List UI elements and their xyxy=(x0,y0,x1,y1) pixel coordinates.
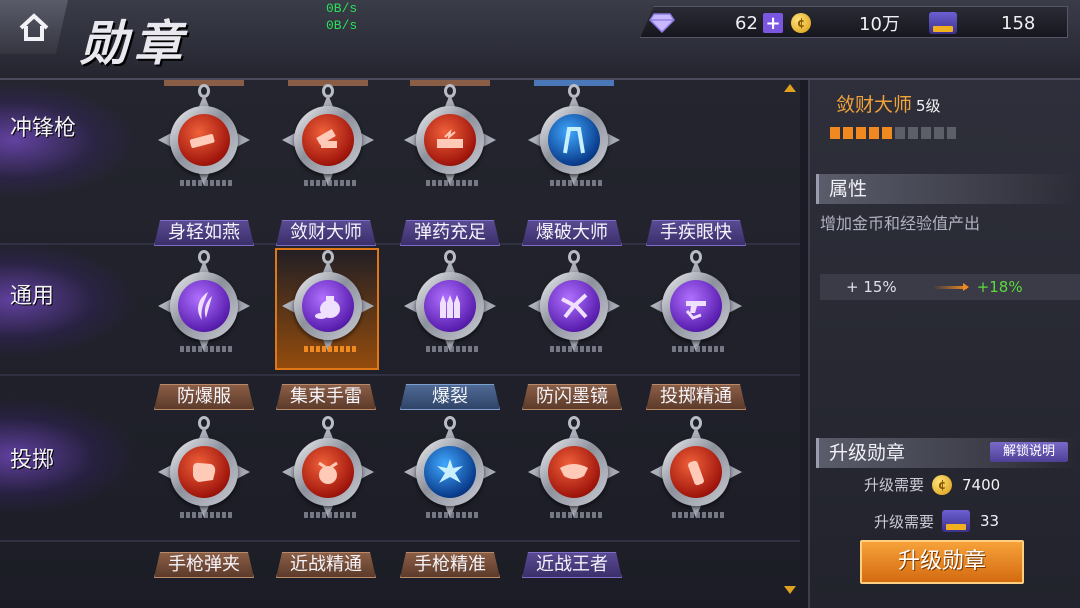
tag-demolition-master: 爆破大师 xyxy=(522,220,622,246)
tag-money-master: 敛财大师 xyxy=(276,220,376,246)
tag-throw-mastery: 投掷精通 xyxy=(646,384,746,410)
fist-icon xyxy=(178,446,230,498)
medal-smg-4[interactable] xyxy=(524,84,624,194)
grip-icon xyxy=(178,114,230,166)
scroll-up-arrow-icon[interactable] xyxy=(784,84,796,92)
tag-quick-hands: 手疾眼快 xyxy=(646,220,746,246)
tag-light-step: 身轻如燕 xyxy=(154,220,254,246)
attr-next: +18% xyxy=(976,278,1023,296)
diamond-item xyxy=(649,11,675,35)
net-speed: 0B/s 0B/s xyxy=(326,0,357,34)
tag-blast-suit: 防爆服 xyxy=(154,384,254,410)
section-label-general: 通用 xyxy=(10,284,55,309)
medal-flash-goggles[interactable] xyxy=(524,416,624,526)
medal-blast-suit[interactable] xyxy=(154,416,254,526)
gold-coin: ¢ xyxy=(791,11,811,35)
tag-flash-goggles: 防闪墨镜 xyxy=(522,384,622,410)
molotov-icon xyxy=(670,446,722,498)
home-button[interactable] xyxy=(0,0,68,54)
stock-icon xyxy=(424,114,476,166)
merit-req-value: 33 xyxy=(980,512,1000,530)
detail-level: 5级 xyxy=(916,97,941,115)
medal-cluster-grenade[interactable] xyxy=(278,416,378,526)
section-general: 通用 身轻如燕 敛财大师 弹药充足 爆破大师 手疾眼快 xyxy=(0,210,800,376)
unlock-info-button[interactable]: 解锁说明 xyxy=(990,442,1068,462)
tag-cluster-grenade: 集束手雷 xyxy=(276,384,376,410)
medal-grid: 冲锋枪 通用 身轻如燕 敛财大师 弹药充足 爆破大师 手疾眼快 投掷 防爆服 集… xyxy=(0,80,800,600)
scroll-down-arrow-icon[interactable] xyxy=(784,586,796,594)
home-icon xyxy=(19,13,49,41)
medal-throw-mastery[interactable] xyxy=(646,416,746,526)
merit-item xyxy=(929,11,957,35)
gold-req-value: 7400 xyxy=(962,475,1001,494)
merit-icon xyxy=(929,12,957,34)
medal-demolition-master[interactable] xyxy=(524,250,624,360)
explosion-icon xyxy=(424,446,476,498)
medal-smg-1[interactable] xyxy=(154,84,254,194)
add-diamond-button[interactable]: + xyxy=(763,11,783,35)
pliers-icon xyxy=(548,280,600,332)
gold-count: 10万 xyxy=(859,14,900,35)
medal-burst[interactable] xyxy=(400,416,500,526)
net-up: 0B/s xyxy=(326,1,358,16)
attr-description: 增加金币和经验值产出 xyxy=(820,214,981,233)
tag-melee-king: 近战王者 xyxy=(522,552,622,578)
arrow-right-icon xyxy=(932,282,969,291)
section-label-throw: 投掷 xyxy=(10,448,55,473)
medal-light-step[interactable] xyxy=(154,250,254,360)
detail-name: 敛财大师 xyxy=(836,94,913,116)
tag-melee-mastery: 近战精通 xyxy=(276,552,376,578)
upgrade-medal-button[interactable]: 升级勋章 xyxy=(860,540,1024,584)
magazine-icon xyxy=(302,114,354,166)
medal-detail-panel: 敛财大师 5级 属性 增加金币和经验值产出 + 15% +18% 升级勋章 解锁说… xyxy=(808,80,1080,608)
gold-requirement: 升级需要 ¢ 7400 xyxy=(864,474,1000,495)
tag-burst: 爆裂 xyxy=(400,384,500,410)
coin-icon: ¢ xyxy=(791,13,811,33)
medal-money-master[interactable] xyxy=(278,250,378,360)
detail-title: 敛财大师 5级 xyxy=(836,90,941,117)
section-label-smg: 冲锋枪 xyxy=(10,116,77,141)
coin-icon: ¢ xyxy=(932,474,953,495)
diamond-icon xyxy=(649,13,675,33)
gold-req-label: 升级需要 xyxy=(864,476,925,494)
level-progress-fill xyxy=(830,127,893,139)
grenade-icon xyxy=(302,446,354,498)
tag-pistol-magazine: 手枪弹夹 xyxy=(154,552,254,578)
merit-requirement: 升级需要 33 xyxy=(874,510,999,532)
top-bar: 勋章 0B/s 0B/s 62 + ¢ 10万 158 xyxy=(0,0,1080,80)
medal-ammo-full[interactable] xyxy=(400,250,500,360)
hand-pistol-icon xyxy=(670,280,722,332)
page-title: 勋章 xyxy=(80,16,189,72)
net-down: 0B/s xyxy=(326,18,358,33)
section-throw: 投掷 防爆服 集束手雷 爆裂 防闪墨镜 投掷精通 xyxy=(0,376,800,542)
attr-compare: + 15% +18% xyxy=(820,274,1080,300)
medal-smg-3[interactable] xyxy=(400,84,500,194)
money-bag-icon xyxy=(302,280,354,332)
medal-smg-2[interactable] xyxy=(278,84,378,194)
merit-req-label: 升级需要 xyxy=(874,512,935,531)
merit-count: 158 xyxy=(1001,12,1036,34)
medal-quick-hands[interactable] xyxy=(646,250,746,360)
attr-current: + 15% xyxy=(846,278,897,296)
attr-heading: 属性 xyxy=(816,174,1078,204)
section-pistol-melee: 手枪弹夹 近战精通 手枪精准 近战王者 xyxy=(0,542,800,600)
plus-icon: + xyxy=(763,13,783,34)
tag-pistol-accuracy: 手枪精准 xyxy=(400,552,500,578)
feather-icon xyxy=(178,280,230,332)
bullets-icon xyxy=(424,280,476,332)
resource-bar: 62 + ¢ 10万 158 xyxy=(640,6,1068,38)
sling-icon xyxy=(548,114,600,166)
goggles-icon xyxy=(548,446,600,498)
tag-ammo-full: 弹药充足 xyxy=(400,220,500,246)
merit-icon xyxy=(942,510,971,532)
diamond-count: 62 xyxy=(735,12,758,34)
